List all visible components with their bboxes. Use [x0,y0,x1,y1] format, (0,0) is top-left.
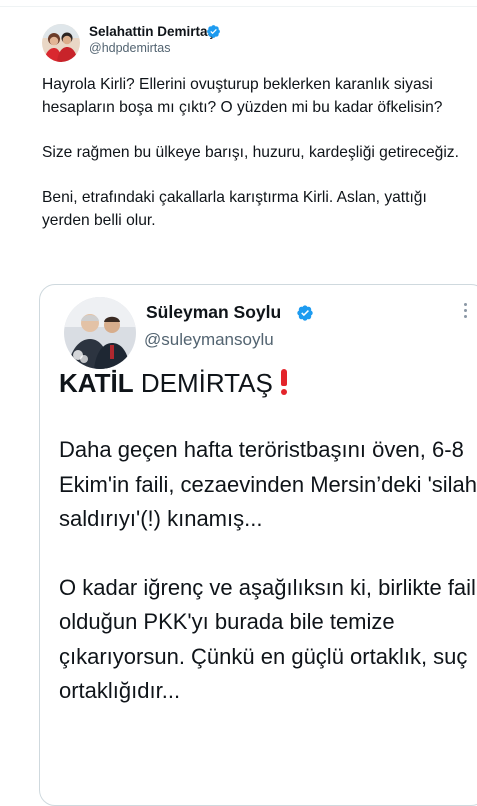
quoted-title-rest: DEMİRTAŞ [133,368,273,398]
quoted-tweet-title: KATİL DEMİRTAŞ [59,365,289,401]
tweet-paragraph-2: Size rağmen bu ülkeye barışı, huzuru, ka… [42,144,459,161]
quoted-tweet-text: Daha geçen hafta teröristbaşını öven, 6-… [59,433,477,743]
verified-badge-icon [207,25,220,38]
author-avatar[interactable] [42,24,80,62]
verified-badge-icon [297,305,313,321]
quoted-author-avatar[interactable] [64,297,136,369]
tweet-paragraph-3: Beni, etrafındaki çakallarla karıştırma … [42,189,427,229]
author-name[interactable]: Selahattin Demirtaş [89,24,215,39]
top-divider [0,0,477,7]
quoted-author-handle[interactable]: @suleymansoylu [144,330,274,350]
red-exclamation-mark-icon [279,369,289,395]
tweet-paragraph-1: Hayrola Kirli? Ellerini ovuşturup bekler… [42,76,443,116]
quoted-tweet-card[interactable]: Süleyman Soylu @suleymansoylu KATİL DEMİ… [39,284,477,806]
quoted-paragraph-1: Daha geçen hafta teröristbaşını öven, 6-… [59,437,477,531]
quoted-paragraph-2: O kadar iğrenç ve aşağılıksın ki, birlik… [59,574,476,704]
tweet-text: Hayrola Kirli? Ellerini ovuşturup bekler… [42,73,472,254]
more-options-icon[interactable] [463,303,469,325]
author-handle[interactable]: @hdpdemirtas [89,41,170,55]
quoted-author-name[interactable]: Süleyman Soylu [146,302,281,323]
quoted-title-bold: KATİL [59,368,134,398]
